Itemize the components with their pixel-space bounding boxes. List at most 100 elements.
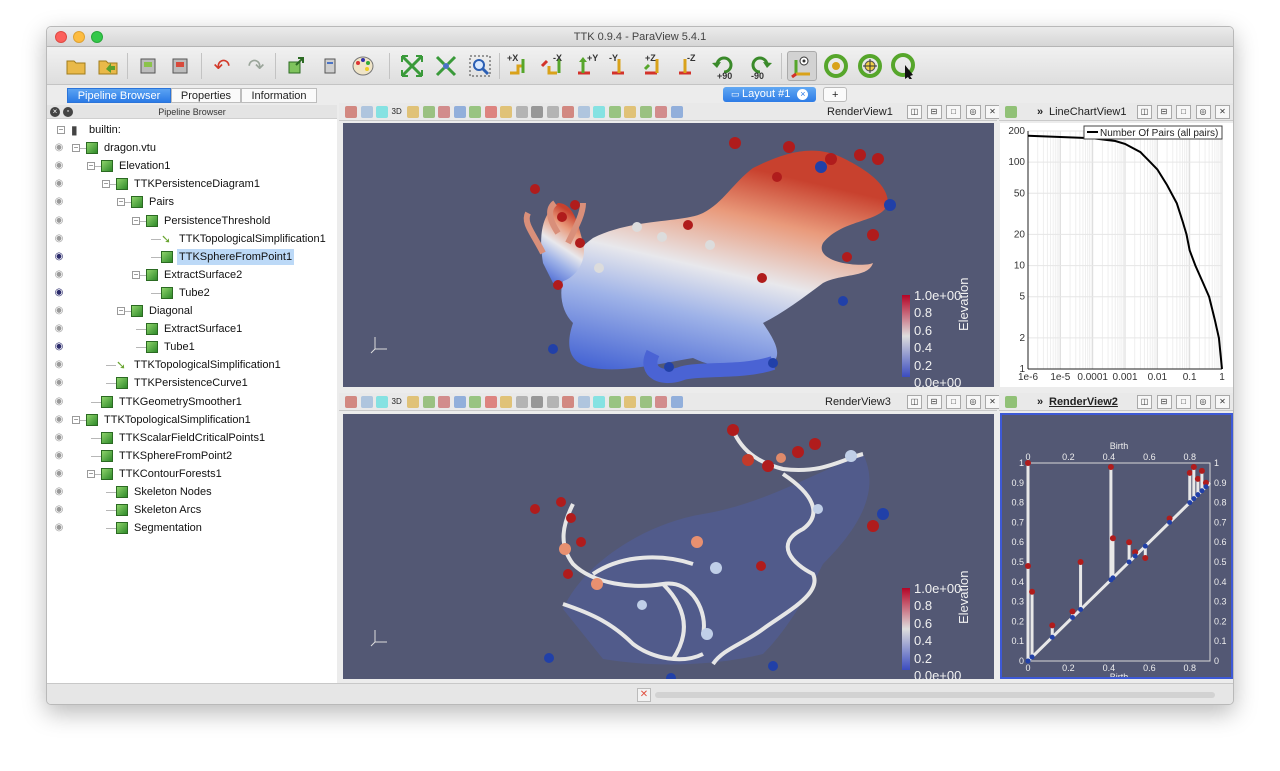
save-state-button[interactable]: [133, 51, 163, 81]
view-tool-icon[interactable]: [469, 396, 481, 408]
pipeline-item[interactable]: ◉ Segmentation: [47, 519, 337, 537]
eye-hidden-icon[interactable]: ◉: [53, 360, 65, 370]
eye-hidden-icon[interactable]: ◉: [53, 378, 65, 388]
view-menu-icon[interactable]: »: [1037, 105, 1043, 119]
view-tool-icon[interactable]: [438, 396, 450, 408]
split-vertical-button[interactable]: ⊟: [1156, 105, 1172, 119]
view-tool-icon[interactable]: [1005, 106, 1017, 118]
eye-visible-icon[interactable]: ◉: [53, 251, 65, 261]
view-tool-icon[interactable]: [546, 396, 559, 408]
disconnect-button[interactable]: [315, 51, 345, 81]
undo-button[interactable]: ↶: [207, 51, 237, 81]
connect-button[interactable]: [281, 51, 311, 81]
view-tool-icon[interactable]: [484, 396, 497, 408]
eye-hidden-icon[interactable]: ◉: [53, 161, 65, 171]
view-tool-icon[interactable]: [655, 396, 667, 408]
rotate-minus-90-button[interactable]: -90: [743, 51, 775, 81]
split-vertical-button[interactable]: ⊟: [1156, 395, 1172, 409]
pipeline-item[interactable]: ◉ − PersistenceThreshold: [47, 212, 337, 230]
eye-hidden-icon[interactable]: ◉: [53, 324, 65, 334]
capture-button[interactable]: ◎: [965, 105, 981, 119]
close-view-button[interactable]: ✕: [1215, 105, 1230, 119]
zoom-closest-button[interactable]: [431, 51, 461, 81]
eye-hidden-icon[interactable]: ◉: [53, 143, 65, 153]
split-vertical-button[interactable]: ⊟: [926, 395, 942, 409]
eye-hidden-icon[interactable]: ◉: [53, 215, 65, 225]
redo-button[interactable]: ↷: [241, 51, 271, 81]
view-tool-icon[interactable]: [670, 396, 683, 408]
add-layout-button[interactable]: +: [823, 87, 848, 102]
view-tool-icon[interactable]: [639, 396, 652, 408]
view-tool-icon[interactable]: [345, 106, 357, 118]
view-tool-icon[interactable]: [531, 106, 543, 118]
eye-hidden-icon[interactable]: ◉: [53, 269, 65, 279]
toggle-3d-button[interactable]: 3D: [392, 106, 404, 118]
view-tool-icon[interactable]: [453, 396, 466, 408]
pipeline-item[interactable]: ◉ − TTKTopologicalSimplification1: [47, 411, 337, 429]
eye-visible-icon[interactable]: ◉: [53, 287, 65, 297]
pipeline-item[interactable]: ◉ TTKSphereFromPoint2: [47, 447, 337, 465]
view-tool-icon[interactable]: [376, 106, 388, 118]
eye-hidden-icon[interactable]: ◉: [53, 523, 65, 533]
pipeline-item[interactable]: ◉ Skeleton Arcs: [47, 501, 337, 519]
renderview2-canvas[interactable]: 0 0 0.2 0.2 0.4 0.4 0.6 0.6 0.8 0.8 1 1 0.9 0.9 0.8 0.8…: [1000, 413, 1233, 679]
split-horizontal-button[interactable]: ◫: [907, 395, 922, 409]
pipeline-item[interactable]: ◉ ExtractSurface1: [47, 320, 337, 338]
collapse-toggle-icon[interactable]: −: [57, 126, 65, 134]
split-vertical-button[interactable]: ⊟: [926, 105, 942, 119]
pipeline-item[interactable]: − ▮ builtin:: [47, 121, 337, 139]
eye-hidden-icon[interactable]: ◉: [53, 505, 65, 515]
close-window-icon[interactable]: [55, 31, 67, 43]
view-tool-icon[interactable]: [655, 106, 667, 118]
capture-button[interactable]: ◎: [1195, 395, 1211, 409]
pipeline-item[interactable]: ◉ TTKScalarFieldCriticalPoints1: [47, 429, 337, 447]
float-panel-icon[interactable]: ▫: [63, 107, 73, 117]
eye-hidden-icon[interactable]: ◉: [53, 450, 65, 460]
reset-camera-button[interactable]: [397, 51, 427, 81]
color-palette-button[interactable]: [349, 51, 379, 81]
eye-hidden-icon[interactable]: ◉: [53, 414, 65, 424]
view-tool-icon[interactable]: [360, 106, 373, 118]
maximize-button[interactable]: □: [946, 395, 961, 409]
tab-layout-1[interactable]: ▭ Layout #1 ×: [723, 87, 817, 102]
collapse-toggle-icon[interactable]: −: [72, 415, 80, 424]
maximize-button[interactable]: □: [1176, 105, 1191, 119]
view-tool-icon[interactable]: [593, 396, 605, 408]
eye-hidden-icon[interactable]: ◉: [53, 432, 65, 442]
view-tool-icon[interactable]: [407, 396, 419, 408]
view-tool-icon[interactable]: [500, 106, 512, 118]
eye-visible-icon[interactable]: ◉: [53, 342, 65, 352]
pipeline-item[interactable]: ◉ Tube2: [47, 284, 337, 302]
pipeline-item[interactable]: ◉ − ExtractSurface2: [47, 266, 337, 284]
tab-information[interactable]: Information: [241, 88, 317, 103]
collapse-toggle-icon[interactable]: −: [72, 144, 80, 153]
close-layout-icon[interactable]: ×: [797, 89, 809, 100]
pipeline-item[interactable]: ◉ − Diagonal: [47, 302, 337, 320]
renderview3-canvas[interactable]: 1.0e+00 0.8 0.6 0.4 0.2 0.0e+00 Elevation: [343, 414, 994, 679]
eye-hidden-icon[interactable]: ◉: [53, 468, 65, 478]
collapse-toggle-icon[interactable]: −: [102, 180, 110, 189]
view-tool-icon[interactable]: [608, 396, 621, 408]
pipeline-item[interactable]: ◉ TTKGeometrySmoother1: [47, 393, 337, 411]
tab-pipeline-browser[interactable]: Pipeline Browser: [67, 88, 171, 103]
view-tool-icon[interactable]: [515, 396, 528, 408]
renderview1-canvas[interactable]: 1.0e+00 0.8 0.6 0.4 0.2 0.0e+00 Elevation: [343, 123, 994, 387]
view-tool-icon[interactable]: [453, 106, 466, 118]
pipeline-item[interactable]: ◉ − TTKContourForests1: [47, 465, 337, 483]
view-plus-y-button[interactable]: +Y: [573, 51, 605, 81]
view-plus-z-button[interactable]: +Z: [641, 51, 673, 81]
view-minus-y-button[interactable]: -Y: [607, 51, 639, 81]
pick-center-button[interactable]: [889, 51, 919, 81]
view-tool-icon[interactable]: [345, 396, 357, 408]
view-tool-icon[interactable]: [469, 106, 481, 118]
view-tool-icon[interactable]: [562, 106, 574, 118]
open-file-button[interactable]: [61, 51, 91, 81]
load-state-button[interactable]: [93, 51, 123, 81]
pipeline-item[interactable]: ◉ ➘ TTKTopologicalSimplification1: [47, 230, 337, 248]
pipeline-item[interactable]: ◉ − Elevation1: [47, 157, 337, 175]
view-tool-icon[interactable]: [422, 396, 435, 408]
view-minus-x-button[interactable]: -X: [539, 51, 571, 81]
split-horizontal-button[interactable]: ◫: [1137, 105, 1152, 119]
toggle-orientation-axes-button[interactable]: [787, 51, 817, 81]
view-tool-icon[interactable]: [515, 106, 528, 118]
